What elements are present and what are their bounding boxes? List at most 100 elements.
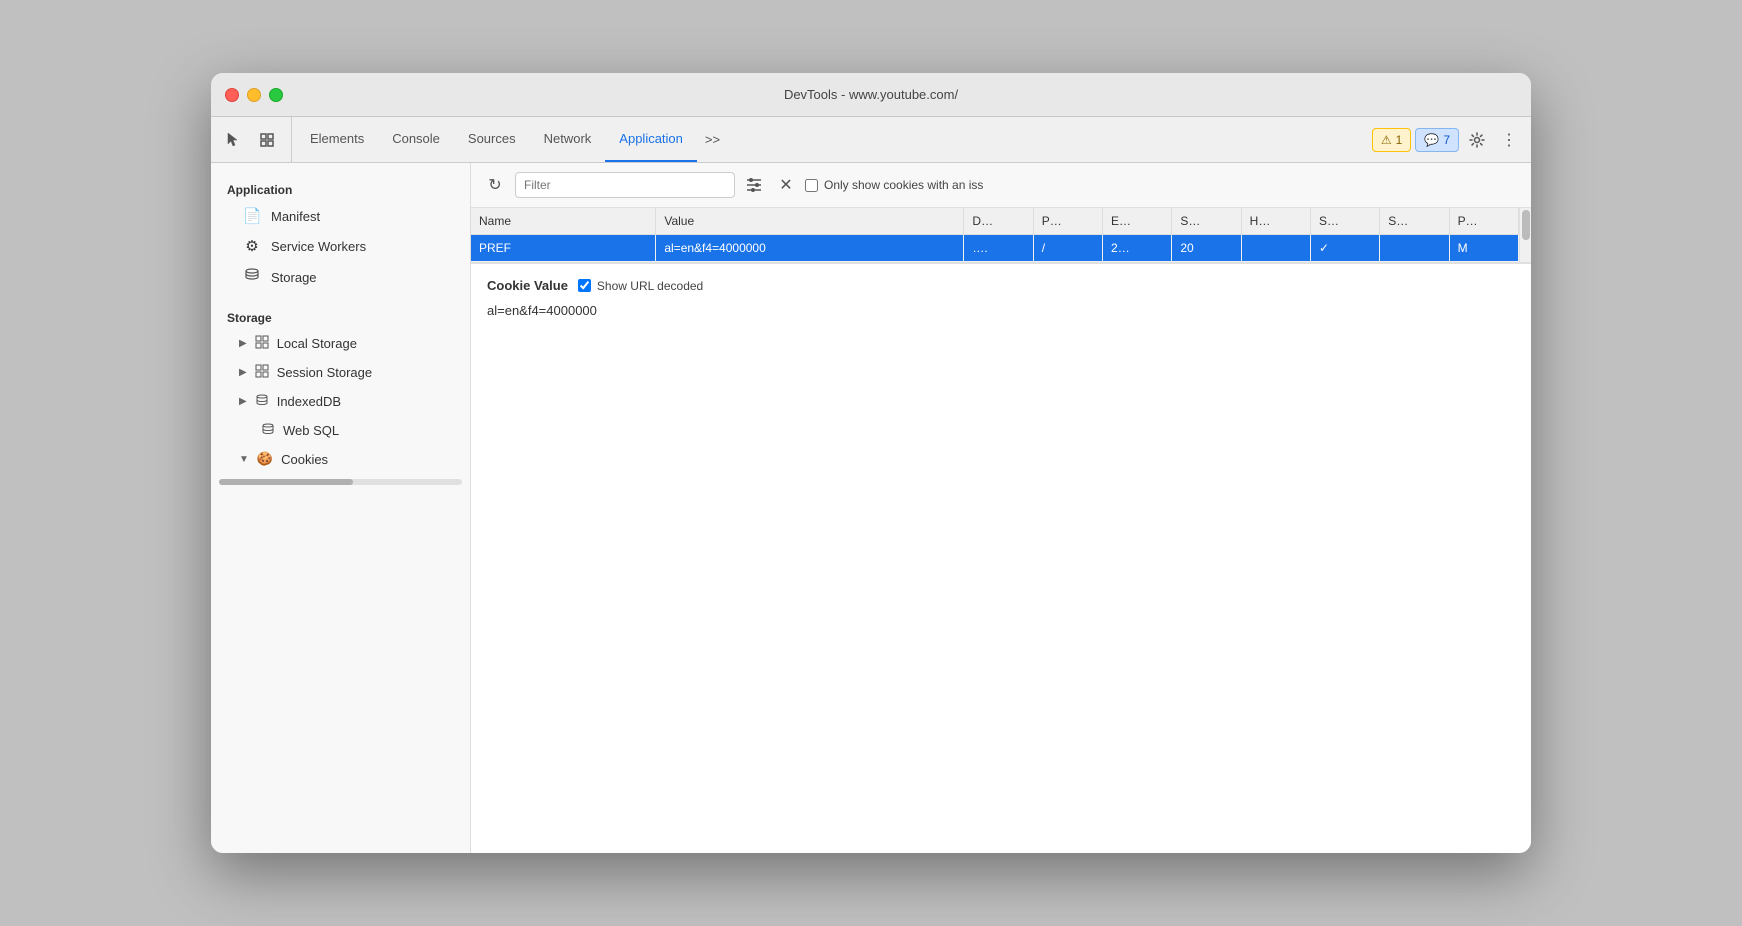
- more-button[interactable]: ⋮: [1495, 126, 1523, 154]
- scrollbar-thumb[interactable]: [1522, 210, 1530, 240]
- sidebar-item-local-storage[interactable]: ▶ Local Storage: [211, 329, 470, 358]
- tab-spacer: [728, 117, 1372, 162]
- filter-input[interactable]: [515, 172, 735, 198]
- sidebar-item-cookies[interactable]: ▼ 🍪 Cookies: [211, 445, 470, 473]
- tab-bar: Elements Console Sources Network Applica…: [211, 117, 1531, 163]
- table-scrollbar[interactable]: [1519, 208, 1531, 262]
- cookies-arrow: ▼: [239, 454, 249, 465]
- table-wrapper: Name Value D… P… E… S… H… S… S… P…: [471, 208, 1519, 262]
- warning-icon: ⚠: [1381, 133, 1392, 147]
- col-header-secure[interactable]: S…: [1310, 208, 1379, 235]
- show-url-decoded-checkbox[interactable]: [578, 279, 591, 292]
- tab-elements[interactable]: Elements: [296, 117, 378, 162]
- cell-value: al=en&f4=4000000: [656, 235, 964, 262]
- sidebar-item-session-storage[interactable]: ▶ Session Storage: [211, 358, 470, 387]
- sidebar-item-storage-app[interactable]: Storage: [211, 261, 470, 293]
- col-header-value[interactable]: Value: [656, 208, 964, 235]
- cell-domain: ….: [964, 235, 1033, 262]
- only-show-cookies-checkbox[interactable]: [805, 179, 818, 192]
- col-header-priority[interactable]: P…: [1449, 208, 1518, 235]
- sidebar-item-web-sql-label: Web SQL: [283, 423, 339, 438]
- sidebar-item-service-workers-label: Service Workers: [271, 239, 366, 254]
- warning-badge[interactable]: ⚠ 1: [1372, 128, 1411, 152]
- local-storage-arrow: ▶: [239, 338, 247, 349]
- sidebar-item-manifest[interactable]: 📄 Manifest: [211, 201, 470, 231]
- only-show-cookies-label[interactable]: Only show cookies with an iss: [805, 178, 983, 192]
- col-header-path[interactable]: P…: [1033, 208, 1102, 235]
- cell-http-only: [1241, 235, 1310, 262]
- sidebar-divider: [211, 293, 470, 303]
- sidebar-scrollbar[interactable]: [211, 473, 470, 491]
- sidebar-item-indexeddb[interactable]: ▶ IndexedDB: [211, 387, 470, 416]
- minimize-button[interactable]: [247, 88, 261, 102]
- col-header-domain[interactable]: D…: [964, 208, 1033, 235]
- tab-sources[interactable]: Sources: [454, 117, 530, 162]
- table-header: Name Value D… P… E… S… H… S… S… P…: [471, 208, 1519, 235]
- session-storage-grid-icon: [255, 364, 269, 381]
- tab-actions: ⚠ 1 💬 7 ⋮: [1372, 117, 1523, 162]
- web-sql-icon: [261, 422, 275, 439]
- refresh-button[interactable]: ↻: [481, 171, 509, 199]
- show-url-decoded-label[interactable]: Show URL decoded: [578, 279, 703, 293]
- cookie-value-text: al=en&f4=4000000: [487, 303, 1515, 318]
- warning-count: 1: [1396, 133, 1403, 147]
- cookies-icon: 🍪: [257, 451, 273, 467]
- storage-app-icon: [243, 267, 261, 287]
- sidebar-item-web-sql[interactable]: Web SQL: [211, 416, 470, 445]
- session-storage-arrow: ▶: [239, 367, 247, 378]
- cell-priority: M: [1449, 235, 1518, 262]
- tab-icons: [219, 117, 292, 162]
- cursor-icon[interactable]: [219, 126, 247, 154]
- close-button[interactable]: [225, 88, 239, 102]
- traffic-lights: [225, 88, 283, 102]
- table-container: Name Value D… P… E… S… H… S… S… P…: [471, 208, 1531, 263]
- info-badge[interactable]: 💬 7: [1415, 128, 1459, 152]
- tab-network[interactable]: Network: [530, 117, 606, 162]
- local-storage-grid-icon: [255, 335, 269, 352]
- col-header-same-site[interactable]: S…: [1380, 208, 1449, 235]
- refresh-icon: ↻: [488, 175, 501, 195]
- tab-overflow[interactable]: >>: [697, 117, 728, 162]
- manifest-icon: 📄: [243, 207, 261, 225]
- cookies-toolbar: ↻ ✕ On: [471, 163, 1531, 208]
- clear-button[interactable]: ✕: [773, 172, 799, 198]
- table-body: PREF al=en&f4=4000000 …. / 2… 20 ✓ M: [471, 235, 1519, 262]
- sidebar-item-storage-app-label: Storage: [271, 270, 317, 285]
- title-bar: DevTools - www.youtube.com/: [211, 73, 1531, 117]
- col-header-size[interactable]: S…: [1172, 208, 1241, 235]
- cell-size: 20: [1172, 235, 1241, 262]
- sidebar-item-service-workers[interactable]: ⚙ Service Workers: [211, 231, 470, 261]
- tab-console[interactable]: Console: [378, 117, 454, 162]
- cookie-value-header: Cookie Value Show URL decoded: [487, 278, 1515, 293]
- service-workers-icon: ⚙: [243, 237, 261, 255]
- sidebar-item-indexeddb-label: IndexedDB: [277, 394, 341, 409]
- cookies-table: Name Value D… P… E… S… H… S… S… P…: [471, 208, 1519, 262]
- tab-application[interactable]: Application: [605, 117, 697, 162]
- cell-name: PREF: [471, 235, 656, 262]
- sidebar-item-manifest-label: Manifest: [271, 209, 320, 224]
- sidebar-storage-section: Storage: [211, 303, 470, 329]
- devtools-window: DevTools - www.youtube.com/ Elements: [211, 73, 1531, 853]
- sidebar-item-session-storage-label: Session Storage: [277, 365, 372, 380]
- cell-path: /: [1033, 235, 1102, 262]
- table-row[interactable]: PREF al=en&f4=4000000 …. / 2… 20 ✓ M: [471, 235, 1519, 262]
- cell-expires: 2…: [1103, 235, 1172, 262]
- col-header-name[interactable]: Name: [471, 208, 656, 235]
- cell-secure: ✓: [1310, 235, 1379, 262]
- maximize-button[interactable]: [269, 88, 283, 102]
- sidebar-item-cookies-label: Cookies: [281, 452, 328, 467]
- sidebar: Application 📄 Manifest ⚙ Service Workers…: [211, 163, 471, 853]
- inspect-icon[interactable]: [253, 126, 281, 154]
- col-header-expires[interactable]: E…: [1103, 208, 1172, 235]
- main-content: Application 📄 Manifest ⚙ Service Workers…: [211, 163, 1531, 853]
- col-header-http-only[interactable]: H…: [1241, 208, 1310, 235]
- sidebar-item-local-storage-label: Local Storage: [277, 336, 357, 351]
- indexeddb-arrow: ▶: [239, 396, 247, 407]
- right-panel: ↻ ✕ On: [471, 163, 1531, 853]
- window-title: DevTools - www.youtube.com/: [784, 87, 958, 102]
- filter-columns-button[interactable]: [741, 172, 767, 198]
- sidebar-app-section: Application: [211, 175, 470, 201]
- info-count: 7: [1443, 133, 1450, 147]
- clear-icon: ✕: [779, 175, 792, 195]
- settings-button[interactable]: [1463, 126, 1491, 154]
